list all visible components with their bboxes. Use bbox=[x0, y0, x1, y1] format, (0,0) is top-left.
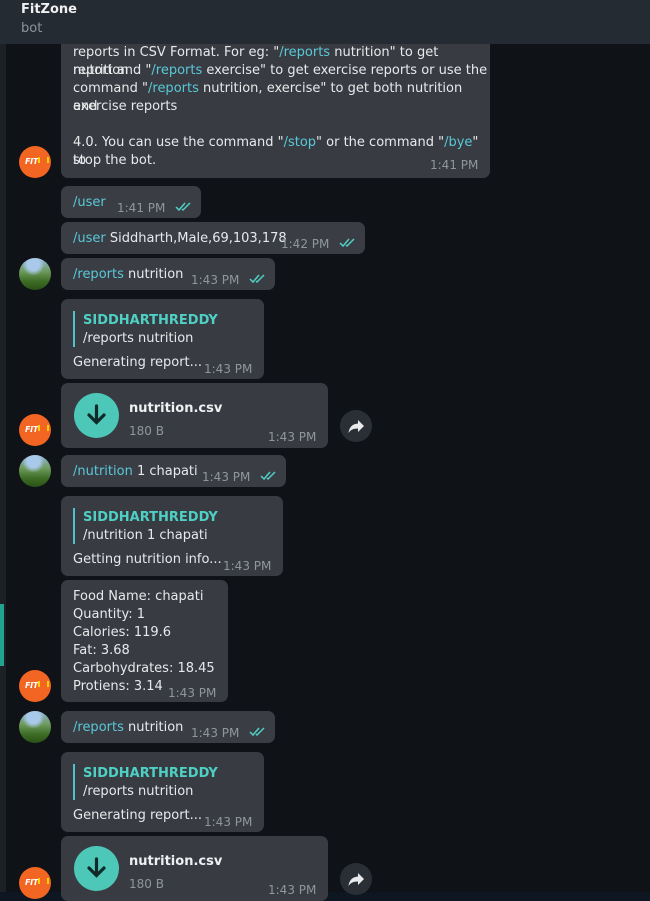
quote-bar bbox=[73, 311, 75, 347]
share-button[interactable] bbox=[340, 410, 372, 442]
file-name[interactable]: nutrition.csv bbox=[129, 853, 222, 871]
message-text: Getting nutrition info... bbox=[73, 552, 222, 567]
file-size: 180 B bbox=[129, 877, 164, 891]
file-name[interactable]: nutrition.csv bbox=[129, 400, 222, 418]
reply-message-bubble[interactable]: SIDDHARTHREDDY /nutrition 1 chapati Gett… bbox=[61, 496, 283, 576]
command-link[interactable]: /bye bbox=[444, 135, 472, 150]
message-time: 1:43 PM bbox=[204, 815, 253, 829]
message-list[interactable]: reports in CSV Format. For eg: "/reports… bbox=[0, 34, 650, 901]
download-icon[interactable] bbox=[74, 393, 119, 438]
message-time: 1:43 PM bbox=[168, 686, 217, 700]
message-time: 1:42 PM bbox=[281, 237, 330, 251]
double-check-icon bbox=[249, 727, 265, 737]
message-bubble[interactable]: /user Siddharth,Male,69,103,178 1:42 PM bbox=[61, 222, 365, 254]
message-time: 1:41 PM bbox=[117, 201, 166, 215]
file-size: 180 B bbox=[129, 424, 164, 438]
scrollbar-thumb[interactable] bbox=[0, 604, 4, 666]
quote-author[interactable]: SIDDHARTHREDDY bbox=[83, 312, 218, 330]
command-link[interactable]: /reports bbox=[73, 720, 124, 735]
message-time: 1:43 PM bbox=[268, 883, 317, 897]
command-link[interactable]: /stop bbox=[284, 135, 316, 150]
bot-avatar[interactable]: FIT bbox=[19, 867, 51, 899]
message-time: 1:43 PM bbox=[204, 362, 253, 376]
double-check-icon bbox=[260, 471, 276, 481]
message-time: 1:43 PM bbox=[191, 726, 240, 740]
command-link[interactable]: /user bbox=[73, 194, 106, 212]
chat-title: FitZone bbox=[21, 2, 77, 17]
message-time: 1:41 PM bbox=[430, 158, 479, 172]
reply-message-bubble[interactable]: SIDDHARTHREDDY /reports nutrition Genera… bbox=[61, 299, 264, 379]
quote-bar bbox=[73, 508, 75, 544]
message-text: /nutrition 1 chapati bbox=[73, 464, 198, 479]
message-text: exercise reports bbox=[73, 99, 178, 114]
share-forward-icon bbox=[348, 420, 364, 433]
message-text: Protiens: 3.14 bbox=[73, 679, 163, 694]
message-text: Food Name: chapati bbox=[73, 589, 204, 604]
message-bubble[interactable]: /user 1:41 PM bbox=[61, 186, 201, 218]
quote-author[interactable]: SIDDHARTHREDDY bbox=[83, 509, 218, 527]
reply-message-bubble[interactable]: SIDDHARTHREDDY /reports nutrition Genera… bbox=[61, 752, 264, 832]
file-message-bubble[interactable]: nutrition.csv 180 B 1:43 PM bbox=[61, 836, 328, 901]
quote-text: /reports nutrition bbox=[83, 331, 194, 346]
message-text: stop the bot. bbox=[73, 153, 157, 168]
message-text: Generating report... bbox=[73, 355, 203, 370]
bot-avatar[interactable]: FIT bbox=[19, 414, 51, 446]
message-text: report and "/reports exercise" to get ex… bbox=[73, 63, 488, 78]
chat-header[interactable]: FitZone bot bbox=[0, 0, 650, 44]
share-button[interactable] bbox=[340, 863, 372, 895]
scrollbar-track[interactable] bbox=[0, 44, 6, 892]
message-bubble[interactable]: reports in CSV Format. For eg: "/reports… bbox=[61, 34, 490, 178]
message-text: Carbohydrates: 18.45 bbox=[73, 661, 215, 676]
message-text: Fat: 3.68 bbox=[73, 643, 130, 658]
message-text: Calories: 119.6 bbox=[73, 625, 172, 640]
message-text: /reports nutrition bbox=[73, 267, 184, 282]
command-link[interactable]: /nutrition bbox=[73, 464, 133, 479]
quote-author[interactable]: SIDDHARTHREDDY bbox=[83, 765, 218, 783]
user-avatar[interactable] bbox=[19, 711, 51, 743]
user-avatar[interactable] bbox=[19, 258, 51, 290]
download-icon[interactable] bbox=[74, 846, 119, 891]
quote-bar bbox=[73, 764, 75, 800]
quote-text: /reports nutrition bbox=[83, 784, 194, 799]
chat-subtitle: bot bbox=[21, 21, 43, 36]
message-time: 1:43 PM bbox=[268, 430, 317, 444]
double-check-icon bbox=[175, 202, 191, 212]
command-link[interactable]: /reports bbox=[151, 63, 202, 78]
bot-avatar[interactable]: FIT bbox=[19, 146, 51, 178]
message-text: /reports nutrition bbox=[73, 720, 184, 735]
message-text: Generating report... bbox=[73, 808, 203, 823]
command-link[interactable]: /reports bbox=[148, 81, 199, 96]
share-forward-icon bbox=[348, 873, 364, 886]
quote-text: /nutrition 1 chapati bbox=[83, 528, 208, 543]
message-bubble[interactable]: Food Name: chapati Quantity: 1 Calories:… bbox=[61, 580, 228, 702]
bot-avatar[interactable]: FIT bbox=[19, 670, 51, 702]
command-link[interactable]: /user bbox=[73, 231, 106, 246]
double-check-icon bbox=[339, 238, 355, 248]
message-time: 1:43 PM bbox=[202, 470, 251, 484]
message-text: Quantity: 1 bbox=[73, 607, 146, 622]
command-link[interactable]: /reports bbox=[279, 45, 330, 60]
message-time: 1:43 PM bbox=[223, 559, 272, 573]
message-bubble[interactable]: /nutrition 1 chapati 1:43 PM bbox=[61, 455, 286, 487]
message-bubble[interactable]: /reports nutrition 1:43 PM bbox=[61, 258, 275, 290]
message-time: 1:43 PM bbox=[191, 273, 240, 287]
double-check-icon bbox=[249, 274, 265, 284]
user-avatar[interactable] bbox=[19, 455, 51, 487]
file-message-bubble[interactable]: nutrition.csv 180 B 1:43 PM bbox=[61, 383, 328, 448]
command-link[interactable]: /reports bbox=[73, 267, 124, 282]
message-text: /user Siddharth,Male,69,103,178 bbox=[73, 231, 287, 246]
message-bubble[interactable]: /reports nutrition 1:43 PM bbox=[61, 711, 275, 743]
